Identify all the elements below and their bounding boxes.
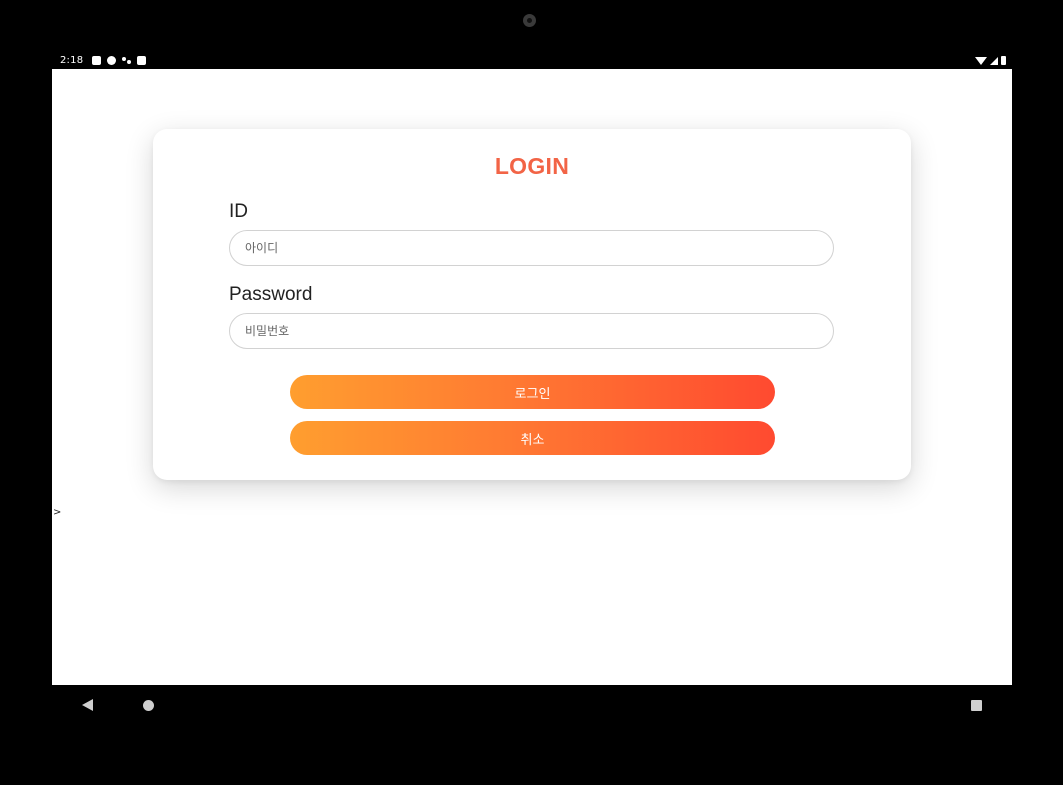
- notification-circle-icon: [107, 56, 117, 65]
- home-icon[interactable]: [143, 700, 154, 711]
- back-icon[interactable]: [82, 699, 93, 711]
- cellular-signal-icon: [990, 56, 998, 65]
- sd-card-icon: [137, 56, 147, 65]
- notification-dots-icon: [122, 56, 132, 65]
- front-camera: [523, 14, 536, 27]
- tablet-device: 2:18 > LOGIN ID Password 로그인 취소: [0, 0, 1063, 785]
- cancel-button[interactable]: 취소: [290, 421, 775, 455]
- status-bar: 2:18: [52, 52, 1012, 69]
- wifi-icon: [975, 56, 987, 65]
- status-icons-left: [92, 56, 147, 65]
- login-button[interactable]: 로그인: [290, 375, 775, 409]
- login-title: LOGIN: [494, 153, 570, 179]
- login-card: LOGIN ID Password 로그인 취소: [153, 129, 911, 480]
- status-icons-right: [975, 56, 1006, 65]
- password-label: Password: [229, 284, 313, 305]
- stray-text: >: [53, 507, 62, 518]
- status-time: 2:18: [60, 55, 84, 66]
- id-input[interactable]: [229, 230, 834, 266]
- app-screen: > LOGIN ID Password 로그인 취소: [52, 69, 1012, 685]
- battery-icon: [1001, 56, 1006, 65]
- id-label: ID: [229, 201, 248, 222]
- navigation-bar: [52, 685, 1012, 725]
- recents-icon[interactable]: [971, 700, 982, 711]
- password-input[interactable]: [229, 313, 834, 349]
- notification-a-icon: [92, 56, 102, 65]
